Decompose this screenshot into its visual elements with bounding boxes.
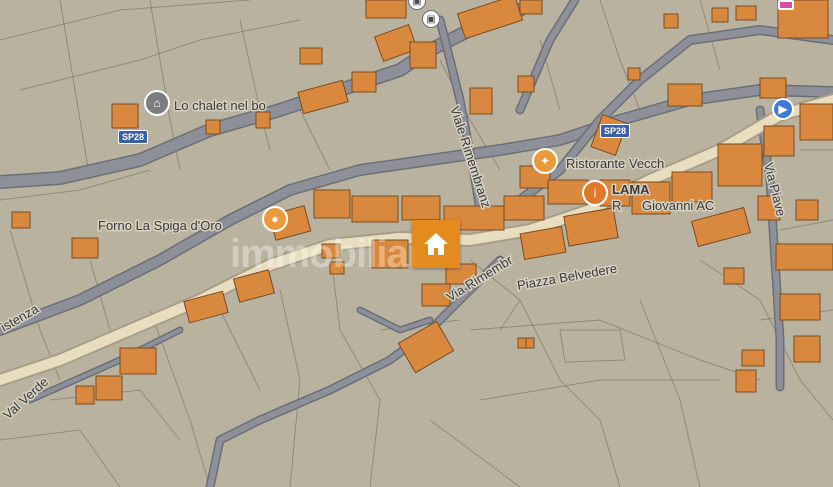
lodging-icon[interactable]: ⌂: [144, 90, 170, 116]
map-canvas[interactable]: Lo chalet nel bo Forno La Spiga d'Oro Ri…: [0, 0, 833, 487]
label-forno: Forno La Spiga d'Oro: [98, 218, 222, 233]
poi-pink-icon[interactable]: [778, 0, 794, 10]
label-lo-chalet: Lo chalet nel bo: [174, 98, 266, 113]
shop-icon[interactable]: i: [582, 180, 608, 206]
label-giovanni: Giovanni AC: [642, 198, 714, 213]
bakery-icon[interactable]: ●: [262, 206, 288, 232]
road-shield-sp28: SP28: [600, 124, 631, 138]
road-shield-sp28: SP28: [118, 130, 149, 144]
home-icon: [424, 233, 448, 255]
label-ristorante: Ristorante Vecch: [566, 156, 664, 171]
bus-icon[interactable]: ▣: [422, 10, 440, 28]
label-piazza-belvedere: Piazza Belvedere: [516, 261, 618, 293]
gas-station-icon[interactable]: ▶: [772, 98, 794, 120]
label-ra: R: [612, 198, 621, 213]
restaurant-icon[interactable]: ✦: [532, 148, 558, 174]
label-lama: LAMA: [612, 182, 650, 197]
property-marker[interactable]: [412, 220, 460, 268]
